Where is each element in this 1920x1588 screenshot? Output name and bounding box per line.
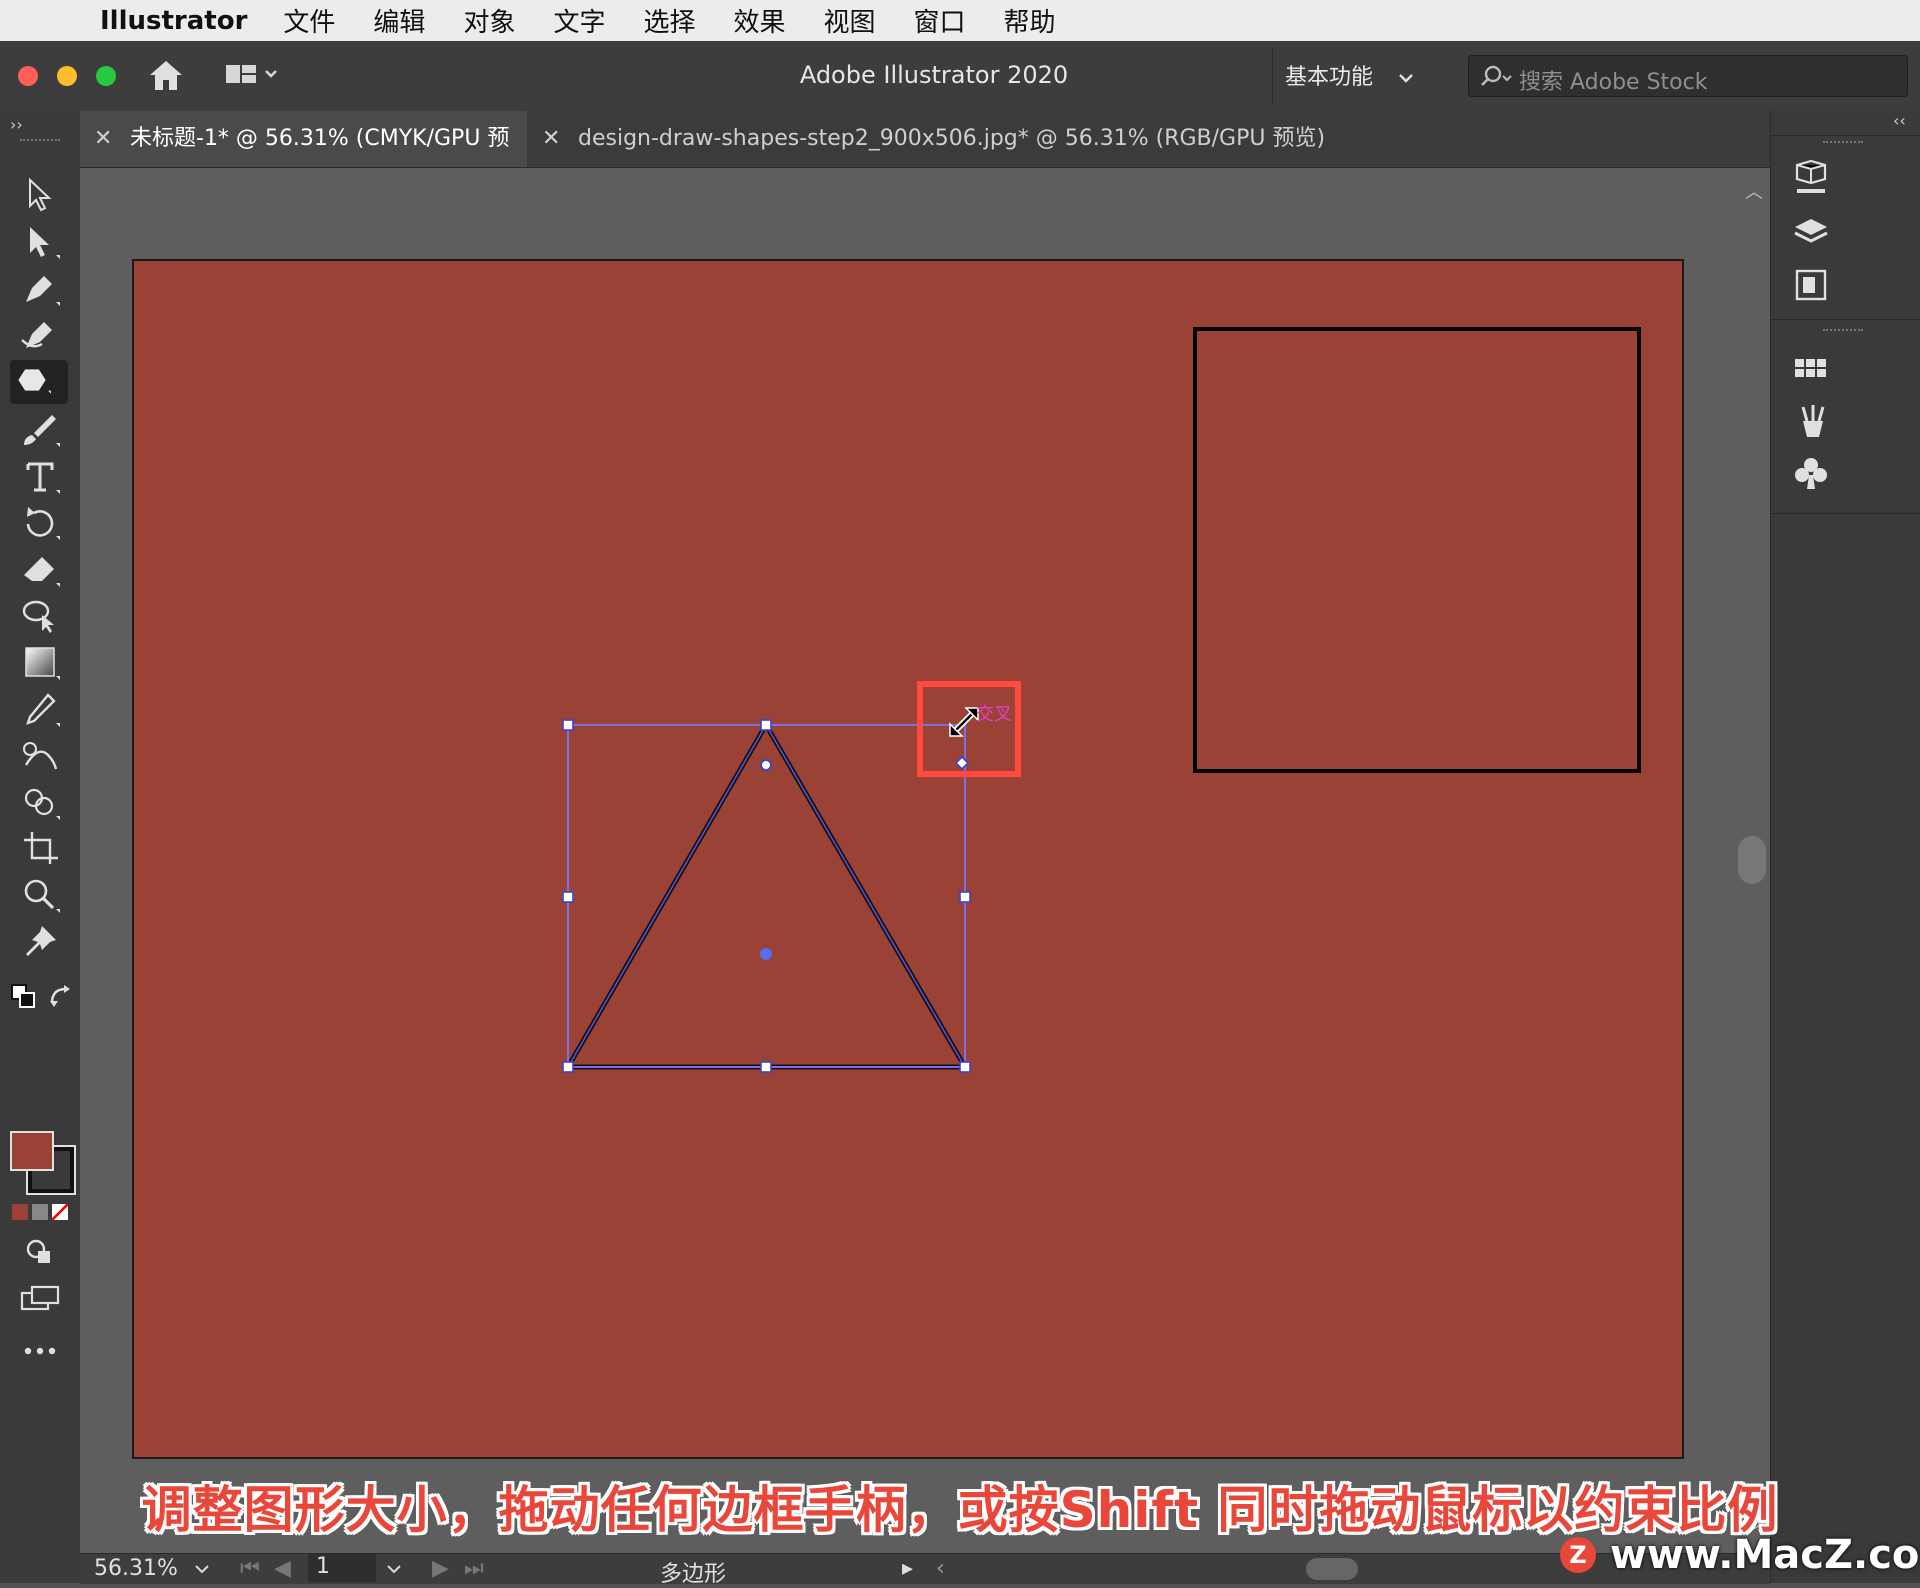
menu-edit[interactable]: 编辑 <box>373 2 425 39</box>
zoom-level[interactable]: 56.31% <box>94 1556 178 1581</box>
layers-icon[interactable] <box>1791 213 1835 257</box>
curvature-tool[interactable] <box>18 314 62 354</box>
menu-object[interactable]: 对象 <box>463 2 515 39</box>
artboard-dropdown-chevron-icon[interactable] <box>386 1558 402 1584</box>
stock-search-input[interactable]: 搜索 Adobe Stock <box>1468 55 1908 97</box>
tab-design-draw-shapes[interactable]: ✕ design-draw-shapes-step2_900x506.jpg* @… <box>528 111 1358 167</box>
status-menu-arrow-icon[interactable]: ▸ <box>902 1556 913 1581</box>
center-point <box>760 948 772 960</box>
system-menu-bar: Illustrator 文件 编辑 对象 文字 选择 效果 视图 窗口 帮助 <box>0 0 1920 42</box>
app-title-bar: Adobe Illustrator 2020 基本功能 搜索 Adobe Sto… <box>0 41 1920 112</box>
artboards-icon[interactable] <box>1791 267 1835 311</box>
first-artboard-icon[interactable]: ⏮ <box>240 1556 260 1581</box>
artboard-number-field[interactable]: 1 <box>308 1554 376 1582</box>
paintbrush-tool[interactable] <box>18 409 62 449</box>
handle-middle-left[interactable] <box>562 891 574 903</box>
draw-mode-icon[interactable] <box>22 1237 58 1267</box>
pin-tool[interactable] <box>18 922 62 962</box>
gradient-tool[interactable] <box>18 642 62 682</box>
watermark: Z www.MacZ.com <box>1560 1530 1920 1580</box>
next-artboard-icon[interactable]: ▶ <box>432 1556 449 1581</box>
menu-effect[interactable]: 效果 <box>733 2 785 39</box>
menu-file[interactable]: 文件 <box>283 2 335 39</box>
handle-top-left[interactable] <box>562 719 574 731</box>
default-fill-stroke-icon[interactable] <box>10 983 36 1009</box>
expand-panel-icon[interactable]: ›› <box>10 115 23 134</box>
artboard-tool[interactable] <box>18 828 62 868</box>
search-icon <box>1479 64 1513 92</box>
pen-tool[interactable] <box>18 268 62 308</box>
rectangle-shape[interactable] <box>1193 327 1641 773</box>
chevron-down-icon <box>1398 61 1414 95</box>
swap-fill-stroke-icon[interactable] <box>48 983 74 1009</box>
apple-icon[interactable] <box>40 5 72 37</box>
direct-selection-tool[interactable] <box>18 221 62 261</box>
fill-color-swatch[interactable] <box>10 1131 54 1171</box>
tab-untitled-1[interactable]: ✕未标题-1* @ 56.31% (CMYK/GPU 预览) <box>80 111 527 207</box>
eraser-tool[interactable] <box>18 549 62 589</box>
watermark-text: www.MacZ.com <box>1610 1532 1920 1578</box>
last-artboard-icon[interactable]: ⏭ <box>464 1556 484 1581</box>
watermark-logo-icon: Z <box>1560 1537 1596 1573</box>
vertical-scrollbar[interactable]: ︿ ﹀ <box>1738 168 1768 1555</box>
right-panel-dock: ‹‹ <box>1770 111 1920 1583</box>
eyedropper-tool[interactable] <box>18 689 62 729</box>
scroll-up-icon[interactable]: ︿ <box>1745 178 1763 204</box>
tools-panel: ›› <box>0 111 81 1583</box>
previous-artboard-icon[interactable]: ◀ <box>274 1556 291 1581</box>
menu-app-name[interactable]: Illustrator <box>100 6 247 36</box>
workspace-switcher[interactable]: 基本功能 <box>1285 61 1414 95</box>
rotate-tool[interactable] <box>18 502 62 542</box>
swatches-icon[interactable] <box>1791 349 1835 393</box>
panel-grip[interactable] <box>20 139 60 147</box>
handle-top-center[interactable] <box>760 719 772 731</box>
menu-help[interactable]: 帮助 <box>1004 2 1056 39</box>
zoom-tool[interactable] <box>18 875 62 915</box>
tab-label: design-draw-shapes-step2_900x506.jpg* @ … <box>578 126 1326 151</box>
horizontal-scroll-thumb[interactable] <box>1306 1558 1358 1580</box>
brushes-icon[interactable] <box>1791 401 1835 445</box>
handle-bottom-center[interactable] <box>760 1061 772 1073</box>
menu-type[interactable]: 文字 <box>553 2 605 39</box>
zoom-dropdown-chevron-icon[interactable] <box>194 1558 210 1584</box>
symbols-icon[interactable] <box>1791 453 1835 497</box>
shape-builder-tool[interactable] <box>18 782 62 822</box>
workspace-label: 基本功能 <box>1285 65 1374 90</box>
screen-mode-icon[interactable] <box>18 1283 62 1313</box>
type-tool[interactable] <box>18 456 62 496</box>
color-mode-buttons[interactable] <box>12 1203 69 1221</box>
scroll-thumb[interactable] <box>1738 836 1766 884</box>
close-tab-icon[interactable]: ✕ <box>94 111 116 167</box>
handle-bottom-right[interactable] <box>959 1061 971 1073</box>
menu-select[interactable]: 选择 <box>643 2 695 39</box>
polygon-tool[interactable] <box>10 360 68 404</box>
menu-window[interactable]: 窗口 <box>914 2 966 39</box>
triangle-shape[interactable] <box>563 720 970 1070</box>
handle-middle-right[interactable] <box>959 891 971 903</box>
hscroll-left-icon[interactable]: ‹ <box>936 1556 945 1581</box>
status-bar: 56.31% ⏮ ◀ 1 ▶ ⏭ 多边形 ▸ ‹ <box>80 1553 1770 1587</box>
libraries-icon[interactable] <box>1791 157 1835 201</box>
selection-info: 多边形 <box>660 1562 727 1587</box>
document-tab-bar: ✕未标题-1* @ 56.31% (CMYK/GPU 预览) ✕ design-d… <box>80 111 1770 207</box>
menu-view[interactable]: 视图 <box>824 2 876 39</box>
puppet-warp-tool[interactable] <box>18 595 62 635</box>
smart-guide-label: 交叉 <box>976 704 1012 725</box>
more-tools-icon[interactable] <box>22 1343 58 1359</box>
search-placeholder: 搜索 Adobe Stock <box>1519 70 1708 95</box>
blend-tool[interactable] <box>18 735 62 775</box>
collapse-panel-icon[interactable]: ‹‹ <box>1893 111 1906 130</box>
handle-bottom-left[interactable] <box>562 1061 574 1073</box>
sides-widget[interactable] <box>760 759 772 771</box>
bounding-box <box>567 724 966 1068</box>
selection-tool[interactable] <box>18 174 62 214</box>
close-tab-icon[interactable]: ✕ <box>542 111 564 167</box>
